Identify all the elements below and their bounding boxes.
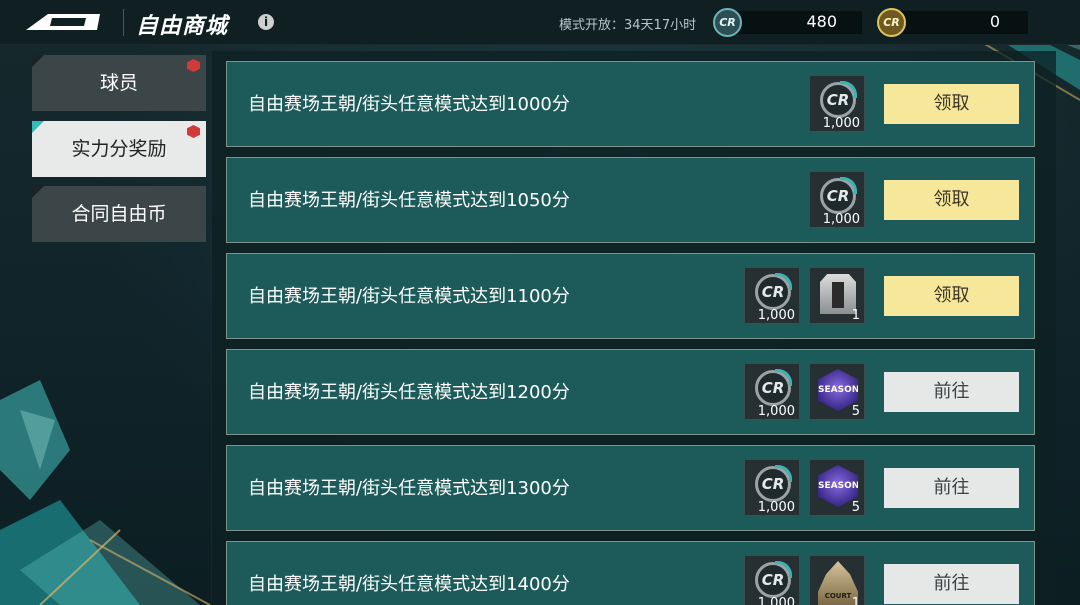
currency-gold-value: 0 [989, 12, 1000, 31]
go-button[interactable]: 前往 [884, 564, 1019, 604]
reward-amount: 1 [851, 596, 860, 605]
sidebar-item-strength-rewards[interactable]: 实力分奖励 [32, 121, 206, 177]
cr-coin-icon: CR [755, 273, 792, 310]
reward-cr-coin[interactable]: CR 1,000 [809, 75, 865, 132]
task-row: 自由赛场王朝/街头任意模式达到1050分 CR 1,000 领取 [226, 157, 1035, 243]
task-row: 自由赛场王朝/街头任意模式达到1300分 CR 1,000 SEASON 5 前… [226, 445, 1035, 531]
sidebar-item-label: 合同自由币 [71, 203, 167, 225]
task-row: 自由赛场王朝/街头任意模式达到1200分 CR 1,000 SEASON 5 前… [226, 349, 1035, 435]
tab-corner [32, 186, 44, 198]
tab-corner [32, 121, 44, 133]
claim-button[interactable]: 领取 [884, 180, 1019, 220]
cr-coin-icon: CR [755, 369, 792, 406]
top-bar: 自由商城 i 模式开放：34天17小时 CR 480 CR 0 [0, 0, 1080, 45]
cr-coin-icon: CR [755, 561, 792, 598]
reward-amount: 5 [851, 404, 860, 419]
task-description: 自由赛场王朝/街头任意模式达到1050分 [248, 190, 570, 211]
task-description: 自由赛场王朝/街头任意模式达到1300分 [248, 478, 570, 499]
task-description: 自由赛场王朝/街头任意模式达到1400分 [248, 574, 570, 595]
mode-open-label: 模式开放： [559, 18, 625, 33]
reward-cr-coin[interactable]: CR 1,000 [744, 363, 800, 420]
cr-coin-icon: CR [820, 81, 857, 118]
reward-amount: 1,000 [757, 596, 795, 605]
sidebar-item-contract-coins[interactable]: 合同自由币 [32, 186, 206, 242]
reward-season-badge[interactable]: SEASON 5 [809, 363, 865, 420]
cr-coin-icon: CR [820, 177, 857, 214]
reward-amount: 1,000 [757, 308, 795, 323]
tab-corner [32, 55, 44, 67]
task-row: 自由赛场王朝/街头任意模式达到1000分 CR 1,000 领取 [226, 61, 1035, 147]
cr-teal-coin-icon: CR [713, 8, 742, 37]
reward-amount: 1,000 [757, 404, 795, 419]
title-divider [123, 9, 124, 36]
go-button[interactable]: 前往 [884, 468, 1019, 508]
cr-coin-icon: CR [755, 465, 792, 502]
reward-amount: 5 [851, 500, 860, 515]
reward-amount: 1 [851, 308, 860, 323]
reward-amount: 1,000 [757, 500, 795, 515]
sidebar-item-players[interactable]: 球员 [32, 55, 206, 111]
notification-dot-icon [187, 125, 200, 138]
task-description: 自由赛场王朝/街头任意模式达到1000分 [248, 94, 570, 115]
reward-court-rush-trophy[interactable]: COURT RUSH 1 [809, 555, 865, 605]
back-arrow-icon [26, 14, 100, 30]
jersey-icon [820, 274, 856, 314]
sidebar-item-label: 实力分奖励 [71, 138, 167, 160]
reward-season-badge[interactable]: SEASON 5 [809, 459, 865, 516]
back-button[interactable] [0, 0, 112, 45]
task-row: 自由赛场王朝/街头任意模式达到1400分 CR 1,000 COURT RUSH… [226, 541, 1035, 605]
claim-button[interactable]: 领取 [884, 84, 1019, 124]
reward-cr-coin[interactable]: CR 1,000 [744, 555, 800, 605]
mode-open-time: 34天17小时 [624, 18, 697, 33]
task-description: 自由赛场王朝/街头任意模式达到1100分 [248, 286, 570, 307]
info-icon[interactable]: i [258, 14, 274, 30]
go-button[interactable]: 前往 [884, 372, 1019, 412]
page-title: 自由商城 [136, 14, 229, 39]
decorative-shard-bottom-left [0, 500, 211, 605]
reward-jersey[interactable]: 1 [809, 267, 865, 324]
reward-cr-coin[interactable]: CR 1,000 [744, 267, 800, 324]
claim-button[interactable]: 领取 [884, 276, 1019, 316]
reward-amount: 1,000 [822, 116, 860, 131]
task-row: 自由赛场王朝/街头任意模式达到1100分 CR 1,000 1 领取 [226, 253, 1035, 339]
sidebar-item-label: 球员 [99, 72, 138, 94]
reward-cr-coin[interactable]: CR 1,000 [744, 459, 800, 516]
task-description: 自由赛场王朝/街头任意模式达到1200分 [248, 382, 570, 403]
mode-open-status: 模式开放：34天17小时 [559, 14, 696, 33]
currency-teal-value: 480 [806, 12, 837, 31]
reward-amount: 1,000 [822, 212, 860, 227]
notification-dot-icon [187, 59, 200, 72]
cr-gold-coin-icon: CR [877, 8, 906, 37]
reward-cr-coin[interactable]: CR 1,000 [809, 171, 865, 228]
